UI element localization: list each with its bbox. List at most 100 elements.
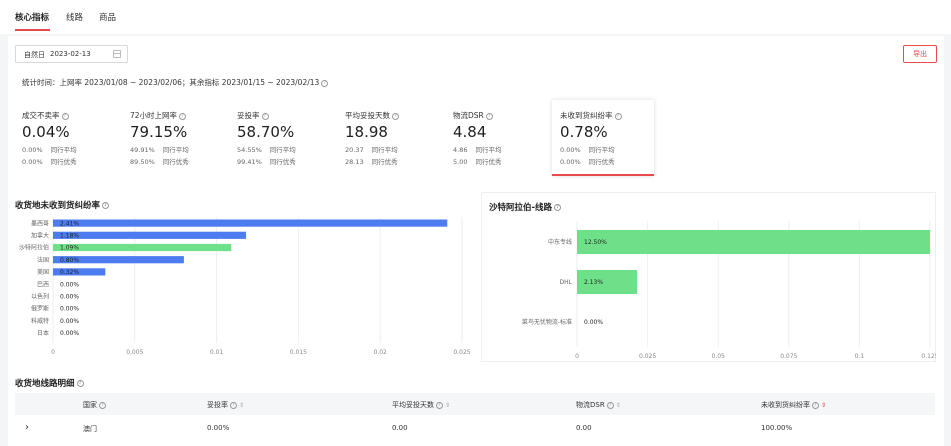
x-tick-label: 0 bbox=[51, 349, 55, 356]
peer-best-label: 同行优秀 bbox=[162, 158, 189, 166]
cell-country: 澳门 bbox=[83, 425, 97, 433]
y-category-label: 沙特阿拉伯 bbox=[19, 244, 49, 252]
bar bbox=[577, 230, 930, 254]
metric-card[interactable]: 72小时上网率? 79.15% 49.91% 同行平均 89.50% 同行优秀 bbox=[130, 100, 230, 174]
sort-icon[interactable]: ⇕ bbox=[616, 402, 621, 409]
peer-average-value: 0.00% bbox=[22, 146, 43, 154]
bar-data-label: 0.00% bbox=[584, 319, 603, 326]
peer-best-label: 同行优秀 bbox=[588, 158, 615, 166]
table-header: 国家? 妥投率? ⇕ 平均妥投天数? ⇕ 物流DSR? ⇕ 未收到货纠纷率? ⇕ bbox=[15, 393, 935, 415]
header-country: 国家? bbox=[83, 400, 106, 410]
help-icon[interactable]: ? bbox=[321, 79, 329, 87]
table-row[interactable]: › 澳门 0.00% 0.00 0.00 100.00% bbox=[15, 417, 935, 439]
help-icon[interactable]: ? bbox=[179, 112, 187, 120]
x-tick-label: 0.015 bbox=[290, 349, 307, 356]
peer-average-label: 同行平均 bbox=[475, 146, 502, 154]
table-title-wrap: 收货地线路明细? bbox=[15, 377, 84, 389]
help-icon[interactable]: ? bbox=[61, 112, 69, 120]
active-tab-indicator bbox=[15, 29, 50, 31]
bar-data-label: 0.00% bbox=[60, 294, 79, 301]
right-chart-title-wrap: 沙特阿拉伯-线路? bbox=[489, 201, 562, 213]
peer-average-value: 49.91% bbox=[130, 146, 155, 154]
y-category-label: 加拿大 bbox=[31, 232, 49, 240]
bar-data-label: 0.00% bbox=[60, 281, 79, 288]
peer-average-label: 同行平均 bbox=[50, 146, 77, 154]
stat-time: 统计时间：上网率 2023/01/08 ~ 2023/02/06；其余指标 20… bbox=[22, 77, 329, 88]
metric-value: 4.84 bbox=[453, 123, 487, 141]
selected-indicator bbox=[552, 174, 654, 176]
bar bbox=[53, 243, 232, 252]
header-dispute-rate-label: 未收到货纠纷率 bbox=[761, 401, 810, 409]
header-dsr[interactable]: 物流DSR? ⇕ bbox=[576, 400, 621, 410]
stat-time-text: 统计时间：上网率 2023/01/08 ~ 2023/02/06；其余指标 20… bbox=[22, 78, 320, 87]
peer-best-value: 5.00 bbox=[453, 158, 468, 166]
peer-best-value: 0.00% bbox=[560, 158, 581, 166]
help-icon[interactable]: ? bbox=[436, 401, 443, 409]
metric-value: 0.78% bbox=[560, 123, 608, 141]
x-tick-label: 0.01 bbox=[210, 349, 224, 356]
y-category-label: 俄罗斯 bbox=[31, 305, 49, 313]
help-icon[interactable]: ? bbox=[76, 380, 84, 387]
tab-bar: 核心指标 线路 商品 bbox=[0, 0, 951, 34]
peer-average-value: 4.86 bbox=[453, 146, 468, 154]
left-bar-chart: 0 0.005 0.01 0.015 0.02 0.025 墨西哥 2.41% 加拿大 1.18%… bbox=[19, 217, 471, 356]
x-tick-label: 0.05 bbox=[712, 353, 726, 360]
metric-title: 物流DSR bbox=[453, 111, 484, 120]
bar-data-label: 0.32% bbox=[60, 269, 79, 276]
bar-data-label: 0.00% bbox=[60, 330, 79, 337]
table-title: 收货地线路明细 bbox=[15, 379, 75, 389]
x-tick-label: 0.125 bbox=[921, 353, 936, 360]
help-icon[interactable]: ? bbox=[230, 401, 237, 409]
peer-average-value: 0.00% bbox=[560, 146, 581, 154]
date-picker[interactable]: 自然日 2023-02-13 bbox=[15, 45, 128, 63]
y-category-label: DHL bbox=[560, 279, 573, 286]
help-icon[interactable]: ? bbox=[812, 401, 819, 409]
peer-best-value: 99.41% bbox=[237, 158, 262, 166]
metric-title: 成交不卖率 bbox=[22, 111, 60, 120]
metric-title: 妥投率 bbox=[237, 111, 260, 120]
metric-card[interactable]: 平均妥投天数? 18.98 20.37 同行平均 28.13 同行优秀 bbox=[345, 100, 445, 174]
cell-delivery-rate: 0.00% bbox=[207, 424, 230, 432]
sort-icon[interactable]: ⇕ bbox=[239, 402, 244, 409]
peer-average-label: 同行平均 bbox=[371, 146, 398, 154]
help-icon[interactable]: ? bbox=[102, 202, 110, 209]
help-icon[interactable]: ? bbox=[606, 401, 614, 409]
y-category-label: 科威特 bbox=[31, 317, 49, 325]
bar-data-label: 2.41% bbox=[60, 220, 79, 227]
export-button[interactable]: 导出 bbox=[903, 45, 937, 63]
sort-icon[interactable]: ⇕ bbox=[821, 402, 826, 409]
peer-best-value: 89.50% bbox=[130, 158, 155, 166]
sort-icon[interactable]: ⇕ bbox=[445, 402, 450, 409]
metric-value: 79.15% bbox=[130, 123, 188, 141]
peer-average-label: 同行平均 bbox=[588, 146, 615, 154]
metric-value: 18.98 bbox=[345, 123, 388, 141]
help-icon[interactable]: ? bbox=[485, 112, 493, 120]
help-icon[interactable]: ? bbox=[392, 112, 399, 120]
tab-routes[interactable]: 线路 bbox=[66, 11, 83, 23]
y-category-label: 墨西哥 bbox=[31, 220, 49, 227]
tab-core-metrics[interactable]: 核心指标 bbox=[15, 11, 49, 23]
header-dsr-label: 物流DSR bbox=[576, 401, 605, 409]
metric-title: 平均妥投天数 bbox=[345, 111, 390, 120]
header-country-label: 国家 bbox=[83, 401, 97, 409]
header-dispute-rate[interactable]: 未收到货纠纷率? ⇕ bbox=[761, 400, 826, 410]
tab-products[interactable]: 商品 bbox=[99, 11, 116, 23]
cell-avg-days: 0.00 bbox=[392, 424, 408, 432]
help-icon[interactable]: ? bbox=[614, 112, 622, 120]
x-tick-label: 0.075 bbox=[780, 353, 797, 360]
help-icon[interactable]: ? bbox=[261, 112, 269, 120]
expand-chevron-icon[interactable]: › bbox=[25, 422, 29, 433]
x-tick-label: 0 bbox=[575, 353, 579, 360]
bar bbox=[53, 219, 448, 227]
y-category-label: 美国 bbox=[37, 268, 49, 276]
metric-card-selected[interactable]: 未收到货纠纷率? 0.78% 0.00% 同行平均 0.00% 同行优秀 bbox=[552, 100, 654, 176]
help-icon[interactable]: ? bbox=[99, 401, 106, 409]
header-avg-days[interactable]: 平均妥投天数? ⇕ bbox=[392, 400, 450, 410]
date-type-label: 自然日 bbox=[24, 51, 45, 59]
metric-card[interactable]: 物流DSR? 4.84 4.86 同行平均 5.00 同行优秀 bbox=[453, 100, 553, 174]
help-icon[interactable]: ? bbox=[554, 204, 562, 211]
metric-card[interactable]: 妥投率? 58.70% 54.55% 同行平均 99.41% 同行优秀 bbox=[237, 100, 337, 174]
header-delivery-rate-label: 妥投率 bbox=[207, 401, 228, 409]
header-delivery-rate[interactable]: 妥投率? ⇕ bbox=[207, 400, 244, 410]
metric-card[interactable]: 成交不卖率? 0.04% 0.00% 同行平均 0.00% 同行优秀 bbox=[22, 100, 122, 174]
